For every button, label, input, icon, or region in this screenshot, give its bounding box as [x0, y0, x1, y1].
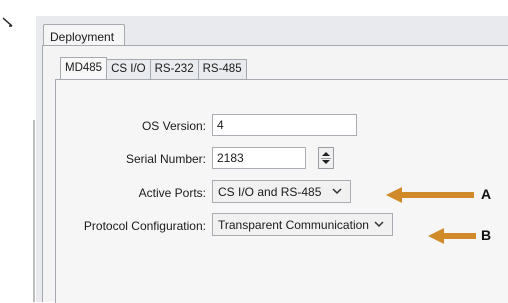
tab-md485-label: MD485	[65, 62, 103, 74]
deployment-panel: MD485 CS I/O RS-232 RS-485 OS Version: 4…	[42, 45, 508, 303]
active-ports-value: CS I/O and RS-485	[218, 185, 322, 199]
protocol-configuration-value: Transparent Communication	[218, 218, 369, 232]
settings-window: Deployment MD485 CS I/O RS-232 RS-485 OS…	[36, 16, 508, 303]
active-ports-label: Active Ports:	[138, 186, 206, 200]
active-ports-select[interactable]: CS I/O and RS-485	[212, 180, 351, 203]
left-arrow-icon	[386, 187, 474, 203]
tab-rs-485[interactable]: RS-485	[197, 59, 247, 79]
serial-number-stepper[interactable]	[318, 147, 334, 169]
inner-tab-strip: MD485 CS I/O RS-232 RS-485	[60, 57, 247, 79]
chevron-down-icon	[332, 188, 342, 195]
callout-a: A	[481, 186, 492, 202]
tab-md485[interactable]: MD485	[60, 57, 108, 79]
spin-up-icon[interactable]	[322, 152, 330, 156]
tab-rs-232-label: RS-232	[154, 63, 194, 75]
os-version-label: OS Version:	[141, 119, 206, 133]
window-edge	[33, 120, 35, 302]
spin-down-icon[interactable]	[322, 160, 330, 164]
tab-deployment[interactable]: Deployment	[43, 24, 125, 46]
serial-number-label: Serial Number:	[125, 152, 206, 166]
tab-cs-io[interactable]: CS I/O	[106, 59, 151, 79]
callout-b: B	[481, 227, 492, 243]
tab-deployment-label: Deployment	[50, 30, 115, 44]
protocol-configuration-select[interactable]: Transparent Communication	[212, 213, 393, 236]
os-version-field[interactable]: 4	[212, 114, 357, 136]
protocol-configuration-label: Protocol Configuration:	[83, 219, 206, 233]
tab-rs-485-label: RS-485	[202, 63, 242, 75]
tab-rs-232[interactable]: RS-232	[149, 59, 199, 79]
tab-cs-io-label: CS I/O	[111, 63, 146, 75]
chevron-down-icon	[374, 221, 384, 228]
left-arrow-icon	[428, 228, 476, 244]
corner-mark	[2, 17, 13, 27]
spin-divider	[321, 158, 331, 159]
serial-number-field[interactable]: 2183	[212, 147, 306, 169]
